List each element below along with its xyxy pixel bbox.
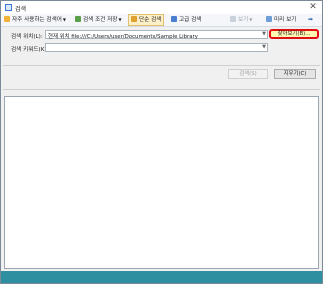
clear-button[interactable]: 지우기(C) — [274, 69, 316, 79]
frequent-searches-label: 자주 사용하는 검색어 — [12, 17, 62, 23]
chevron-down-icon: ▼ — [118, 17, 122, 22]
browse-button[interactable]: 찾아보기(B)... — [269, 29, 319, 39]
location-combo[interactable]: 현재 위치 file:///C:/Users/user/Documents/Sa… — [45, 30, 268, 40]
chevron-down-icon[interactable]: ▼ — [262, 31, 266, 37]
advanced-search-label: 고급 검색 — [179, 17, 202, 23]
view-menu[interactable]: 보기▼ — [230, 15, 252, 25]
divider — [3, 65, 320, 66]
search-button[interactable]: 검색(S) — [228, 69, 268, 79]
search-options-panel: 검색 위치(L): 현재 위치 file:///C:/Users/user/Do… — [1, 27, 322, 95]
star-folder-icon — [4, 16, 10, 22]
preview-icon — [266, 16, 272, 22]
preview-label: 미리 보기 — [274, 17, 297, 23]
preview-toggle[interactable]: 미리 보기 — [266, 15, 296, 25]
keyword-label: 검색 키워드(K): — [11, 47, 49, 53]
search-app-icon — [5, 4, 12, 11]
simple-search-tab[interactable]: 단순 검색 — [128, 14, 165, 26]
save-condition-icon — [75, 16, 81, 22]
search-window: 검색 ✕ 자주 사용하는 검색어▼ 검색 조건 저장▼ 단순 검색 고급 검색 … — [0, 0, 323, 284]
simple-search-label: 단순 검색 — [139, 17, 162, 23]
save-search-label: 검색 조건 저장 — [83, 17, 118, 23]
view-icon — [230, 16, 236, 22]
toolbar: 자주 사용하는 검색어▼ 검색 조건 저장▼ 단순 검색 고급 검색 보기▼ 미… — [1, 14, 322, 27]
location-value: 현재 위치 file:///C:/Users/user/Documents/Sa… — [48, 34, 198, 40]
window-title: 검색 — [15, 6, 27, 13]
title-bar: 검색 ✕ — [1, 1, 322, 14]
save-search-menu[interactable]: 검색 조건 저장▼ — [75, 15, 122, 25]
advanced-search-tab[interactable]: 고급 검색 — [171, 15, 201, 25]
location-label: 검색 위치(L): — [11, 34, 43, 40]
chevron-down-icon: ▼ — [62, 17, 66, 22]
chevron-down-icon[interactable]: ▼ — [262, 44, 266, 50]
close-icon[interactable]: ✕ — [307, 2, 319, 12]
divider — [3, 89, 320, 90]
advanced-search-icon — [171, 16, 177, 22]
keyword-combo[interactable]: ▼ — [45, 43, 268, 52]
pin-icon[interactable]: ➡ — [308, 15, 313, 25]
frequent-searches-menu[interactable]: 자주 사용하는 검색어▼ — [4, 15, 66, 25]
search-results-area[interactable] — [4, 96, 319, 269]
view-label: 보기 — [238, 17, 249, 23]
simple-search-icon — [131, 16, 137, 22]
status-bar — [1, 271, 322, 283]
chevron-down-icon: ▼ — [249, 17, 253, 22]
